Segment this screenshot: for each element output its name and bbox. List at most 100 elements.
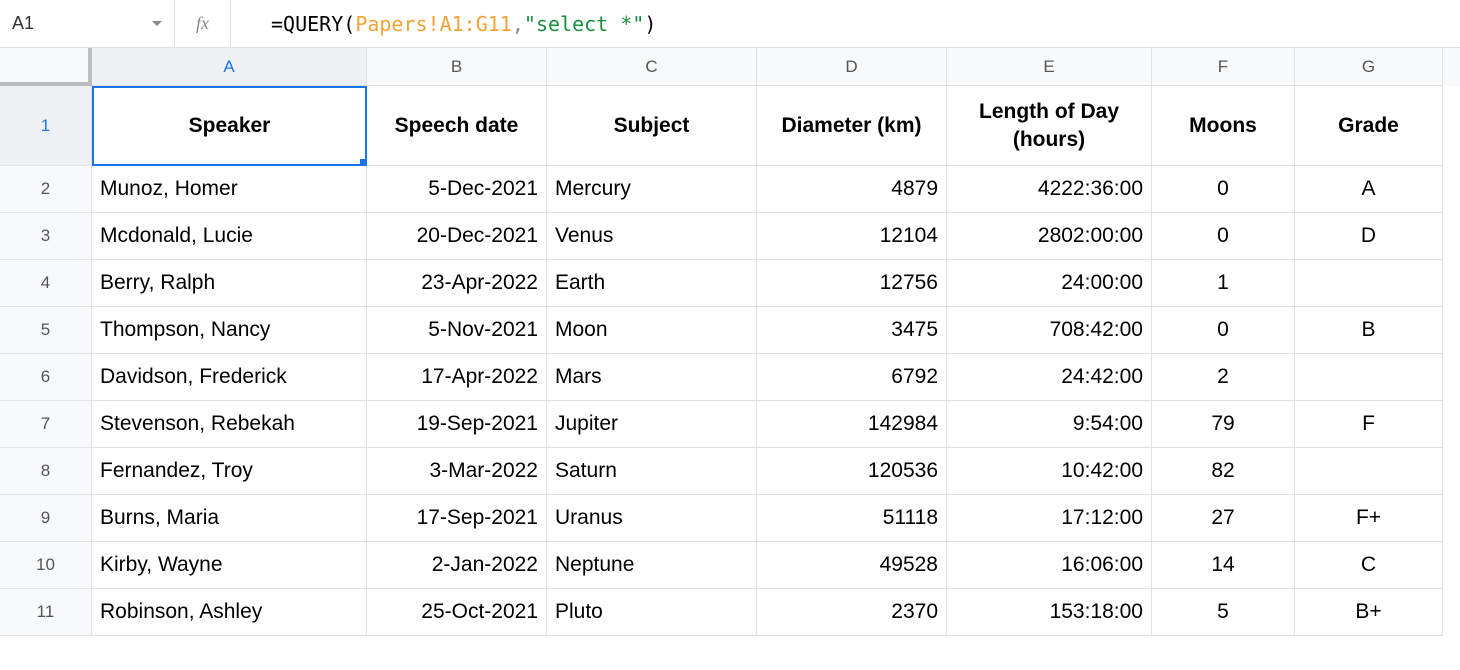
cell-G3[interactable]: D bbox=[1295, 213, 1443, 260]
cell-E11[interactable]: 153:18:00 bbox=[947, 589, 1152, 636]
cell-E4[interactable]: 24:00:00 bbox=[947, 260, 1152, 307]
cell-C4[interactable]: Earth bbox=[547, 260, 757, 307]
row-header-8[interactable]: 8 bbox=[0, 448, 92, 495]
cell-B2[interactable]: 5-Dec-2021 bbox=[367, 166, 547, 213]
cell-B6[interactable]: 17-Apr-2022 bbox=[367, 354, 547, 401]
cell-C3[interactable]: Venus bbox=[547, 213, 757, 260]
cell-F2[interactable]: 0 bbox=[1152, 166, 1295, 213]
cell-B3[interactable]: 20-Dec-2021 bbox=[367, 213, 547, 260]
row-header-10[interactable]: 10 bbox=[0, 542, 92, 589]
cell-B11[interactable]: 25-Oct-2021 bbox=[367, 589, 547, 636]
cell-G9[interactable]: F+ bbox=[1295, 495, 1443, 542]
cell-D10[interactable]: 49528 bbox=[757, 542, 947, 589]
cell-G10[interactable]: C bbox=[1295, 542, 1443, 589]
cell-B7[interactable]: 19-Sep-2021 bbox=[367, 401, 547, 448]
cell-F1[interactable]: Moons bbox=[1152, 86, 1295, 166]
row-header-11[interactable]: 11 bbox=[0, 589, 92, 636]
cell-F7[interactable]: 79 bbox=[1152, 401, 1295, 448]
column-header-D[interactable]: D bbox=[757, 48, 947, 86]
cell-A7[interactable]: Stevenson, Rebekah bbox=[92, 401, 367, 448]
column-header-A[interactable]: A bbox=[92, 48, 367, 86]
cell-E6[interactable]: 24:42:00 bbox=[947, 354, 1152, 401]
cell-A8[interactable]: Fernandez, Troy bbox=[92, 448, 367, 495]
cell-A10[interactable]: Kirby, Wayne bbox=[92, 542, 367, 589]
cell-E3[interactable]: 2802:00:00 bbox=[947, 213, 1152, 260]
cell-G6[interactable] bbox=[1295, 354, 1443, 401]
cell-F9[interactable]: 27 bbox=[1152, 495, 1295, 542]
cell-B9[interactable]: 17-Sep-2021 bbox=[367, 495, 547, 542]
cell-D8[interactable]: 120536 bbox=[757, 448, 947, 495]
cell-D9[interactable]: 51118 bbox=[757, 495, 947, 542]
cell-G4[interactable] bbox=[1295, 260, 1443, 307]
active-cell-ref: A1 bbox=[12, 13, 34, 34]
row-header-6[interactable]: 6 bbox=[0, 354, 92, 401]
cell-D7[interactable]: 142984 bbox=[757, 401, 947, 448]
cell-D1[interactable]: Diameter (km) bbox=[757, 86, 947, 166]
cell-A6[interactable]: Davidson, Frederick bbox=[92, 354, 367, 401]
column-header-F[interactable]: F bbox=[1152, 48, 1295, 86]
column-header-B[interactable]: B bbox=[367, 48, 547, 86]
row-header-2[interactable]: 2 bbox=[0, 166, 92, 213]
cell-E10[interactable]: 16:06:00 bbox=[947, 542, 1152, 589]
chevron-down-icon[interactable] bbox=[152, 21, 162, 26]
row-header-4[interactable]: 4 bbox=[0, 260, 92, 307]
cell-F11[interactable]: 5 bbox=[1152, 589, 1295, 636]
cell-B8[interactable]: 3-Mar-2022 bbox=[367, 448, 547, 495]
cell-G8[interactable] bbox=[1295, 448, 1443, 495]
cell-D2[interactable]: 4879 bbox=[757, 166, 947, 213]
cell-G5[interactable]: B bbox=[1295, 307, 1443, 354]
cell-F10[interactable]: 14 bbox=[1152, 542, 1295, 589]
cell-G7[interactable]: F bbox=[1295, 401, 1443, 448]
cell-C1[interactable]: Subject bbox=[547, 86, 757, 166]
cell-A3[interactable]: Mcdonald, Lucie bbox=[92, 213, 367, 260]
cell-G1[interactable]: Grade bbox=[1295, 86, 1443, 166]
cell-F6[interactable]: 2 bbox=[1152, 354, 1295, 401]
cell-B5[interactable]: 5-Nov-2021 bbox=[367, 307, 547, 354]
select-all-corner[interactable] bbox=[0, 48, 92, 86]
cell-C6[interactable]: Mars bbox=[547, 354, 757, 401]
row-header-3[interactable]: 3 bbox=[0, 213, 92, 260]
cell-G11[interactable]: B+ bbox=[1295, 589, 1443, 636]
cell-A2[interactable]: Munoz, Homer bbox=[92, 166, 367, 213]
cell-E1[interactable]: Length of Day (hours) bbox=[947, 86, 1152, 166]
row-header-9[interactable]: 9 bbox=[0, 495, 92, 542]
cell-E9[interactable]: 17:12:00 bbox=[947, 495, 1152, 542]
cell-A9[interactable]: Burns, Maria bbox=[92, 495, 367, 542]
cell-G2[interactable]: A bbox=[1295, 166, 1443, 213]
cell-B4[interactable]: 23-Apr-2022 bbox=[367, 260, 547, 307]
cell-E2[interactable]: 4222:36:00 bbox=[947, 166, 1152, 213]
cell-E8[interactable]: 10:42:00 bbox=[947, 448, 1152, 495]
cell-D11[interactable]: 2370 bbox=[757, 589, 947, 636]
cell-C8[interactable]: Saturn bbox=[547, 448, 757, 495]
cell-D6[interactable]: 6792 bbox=[757, 354, 947, 401]
cell-F3[interactable]: 0 bbox=[1152, 213, 1295, 260]
column-header-E[interactable]: E bbox=[947, 48, 1152, 86]
column-header-C[interactable]: C bbox=[547, 48, 757, 86]
cell-D3[interactable]: 12104 bbox=[757, 213, 947, 260]
cell-C2[interactable]: Mercury bbox=[547, 166, 757, 213]
cell-A1[interactable]: Speaker bbox=[92, 86, 367, 166]
cell-A11[interactable]: Robinson, Ashley bbox=[92, 589, 367, 636]
cell-D4[interactable]: 12756 bbox=[757, 260, 947, 307]
cell-F8[interactable]: 82 bbox=[1152, 448, 1295, 495]
cell-B1[interactable]: Speech date bbox=[367, 86, 547, 166]
cell-B10[interactable]: 2-Jan-2022 bbox=[367, 542, 547, 589]
cell-C11[interactable]: Pluto bbox=[547, 589, 757, 636]
cell-C10[interactable]: Neptune bbox=[547, 542, 757, 589]
formula-input[interactable]: =QUERY(Papers!A1:G11,"select *") bbox=[231, 0, 1460, 47]
cell-C9[interactable]: Uranus bbox=[547, 495, 757, 542]
cell-C5[interactable]: Moon bbox=[547, 307, 757, 354]
cell-F4[interactable]: 1 bbox=[1152, 260, 1295, 307]
row-header-5[interactable]: 5 bbox=[0, 307, 92, 354]
row-header-1[interactable]: 1 bbox=[0, 86, 92, 166]
cell-D5[interactable]: 3475 bbox=[757, 307, 947, 354]
cell-F5[interactable]: 0 bbox=[1152, 307, 1295, 354]
cell-E5[interactable]: 708:42:00 bbox=[947, 307, 1152, 354]
cell-A5[interactable]: Thompson, Nancy bbox=[92, 307, 367, 354]
row-header-7[interactable]: 7 bbox=[0, 401, 92, 448]
name-box[interactable]: A1 bbox=[0, 0, 175, 47]
cell-A4[interactable]: Berry, Ralph bbox=[92, 260, 367, 307]
cell-E7[interactable]: 9:54:00 bbox=[947, 401, 1152, 448]
cell-C7[interactable]: Jupiter bbox=[547, 401, 757, 448]
column-header-G[interactable]: G bbox=[1295, 48, 1443, 86]
